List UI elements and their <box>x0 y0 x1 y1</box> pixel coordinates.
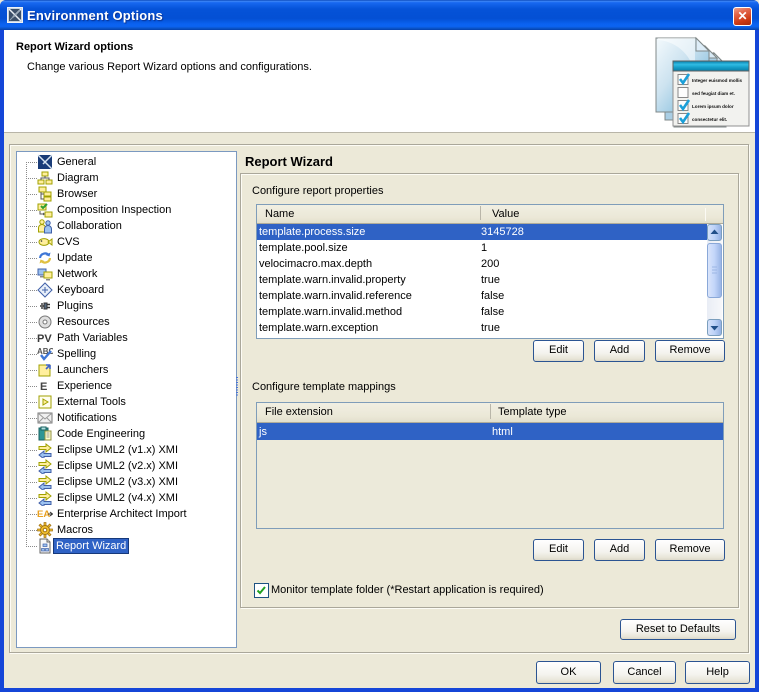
svg-text:E: E <box>40 381 47 393</box>
svg-text:Integer euismod mollis: Integer euismod mollis <box>692 78 742 83</box>
svg-text:consectetur elit.: consectetur elit. <box>692 117 727 122</box>
svg-text:Lorem ipsum dolor: Lorem ipsum dolor <box>692 104 734 109</box>
svg-text:sed feugiat diam et.: sed feugiat diam et. <box>692 91 735 96</box>
svg-text:PV: PV <box>37 333 52 345</box>
